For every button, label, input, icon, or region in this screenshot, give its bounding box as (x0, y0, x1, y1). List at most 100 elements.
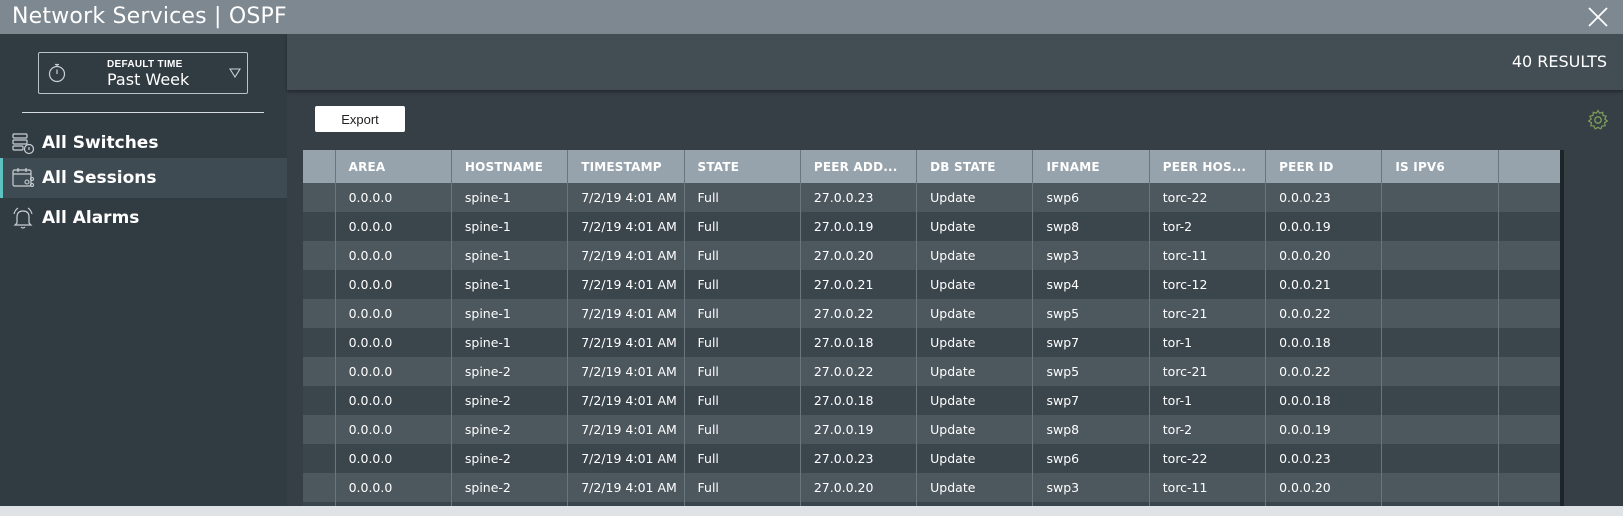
column-header[interactable]: AREA (335, 150, 452, 183)
column-header[interactable]: IFNAME (1032, 150, 1150, 183)
table-cell: 27.0.0.21 (800, 270, 918, 299)
row-select-cell[interactable] (303, 415, 336, 444)
table-cell (1381, 415, 1499, 444)
table-cell (1498, 473, 1561, 502)
table-row[interactable]: 0.0.0.0 spine-1 7/2/19 4:01 AM Full 27.0.0.2… (303, 270, 1561, 299)
table-cell: 0.0.0.0 (335, 473, 452, 502)
chevron-down-icon (229, 68, 241, 78)
table-row[interactable]: 0.0.0.0 spine-2 7/2/19 4:01 AM Full 27.0.0.1… (303, 386, 1561, 415)
table-cell: Update (916, 241, 1034, 270)
row-select-cell[interactable] (303, 212, 336, 241)
table-cell: 7/2/19 4:01 AM (567, 299, 685, 328)
row-select-cell[interactable] (303, 299, 336, 328)
switches-icon (12, 133, 35, 155)
sidebar-item-all-switches[interactable]: All Switches (0, 123, 287, 163)
table-cell: 27.0.0.20 (800, 473, 918, 502)
table-cell: 27.0.0.22 (800, 357, 918, 386)
table-cell: spine-2 (451, 357, 569, 386)
row-select-cell[interactable] (303, 386, 336, 415)
export-button[interactable]: Export (315, 106, 405, 132)
table-row[interactable]: 0.0.0.0 spine-1 7/2/19 4:01 AM Full 27.0.0.2… (303, 299, 1561, 328)
sidebar-item-all-alarms[interactable]: All Alarms (0, 198, 287, 238)
table-row[interactable]: 0.0.0.0spine-27/2/19 4:01 AMFull27.0.0.2… (303, 473, 1561, 502)
row-select-cell[interactable] (303, 241, 336, 270)
table-cell: 7/2/19 4:01 AM (567, 444, 685, 473)
table-cell: torc-11 (1149, 473, 1267, 502)
sidebar-item-label: All Switches (42, 133, 159, 153)
table-cell (1498, 444, 1561, 473)
column-header[interactable]: PEER HOS... (1149, 150, 1267, 183)
time-select-label: DEFAULT TIME (107, 59, 183, 70)
table-cell (1381, 473, 1499, 502)
table-row[interactable]: 0.0.0.0spine-27/2/19 4:01 AMFull27.0.0.2… (303, 444, 1561, 473)
column-header[interactable]: TIMESTAMP (567, 150, 685, 183)
table-cell: 7/2/19 4:01 AM (567, 328, 685, 357)
table-row[interactable]: 0.0.0.0 spine-2 7/2/19 4:01 AM Full 27.0.0.1… (303, 415, 1561, 444)
column-header[interactable]: HOSTNAME (451, 150, 569, 183)
select-column-header[interactable] (303, 150, 336, 183)
results-header: 40 RESULTS (287, 34, 1623, 90)
bottom-edge (0, 506, 1623, 516)
table-cell: Full (684, 415, 801, 444)
table-cell: swp3 (1032, 473, 1150, 502)
row-select-cell[interactable] (303, 444, 336, 473)
column-header[interactable]: PEER ID (1265, 150, 1383, 183)
row-select-cell[interactable] (303, 357, 336, 386)
table-cell: Update (916, 270, 1034, 299)
table-cell: 0.0.0.20 (1265, 241, 1383, 270)
table-row[interactable]: 0.0.0.0spine-27/2/19 4:01 AMFull27.0.0.2… (303, 357, 1561, 386)
close-icon[interactable] (1587, 6, 1609, 28)
row-select-cell[interactable] (303, 183, 336, 212)
table-cell: spine-2 (451, 444, 569, 473)
table-cell: swp5 (1032, 357, 1150, 386)
time-range-select[interactable]: DEFAULT TIME Past Week (38, 52, 248, 94)
table-cell (1498, 212, 1561, 241)
table-cell (1381, 212, 1499, 241)
column-header[interactable]: PEER ADD... (800, 150, 918, 183)
table-cell (1381, 444, 1499, 473)
table-cell: 0.0.0.0 (335, 270, 452, 299)
table-cell: 0.0.0.23 (1265, 183, 1383, 212)
table-cell (1381, 270, 1499, 299)
table-cell: 7/2/19 4:01 AM (567, 241, 685, 270)
gear-icon[interactable] (1587, 109, 1609, 131)
table-cell: Full (684, 386, 801, 415)
table-row[interactable]: 0.0.0.0 spine-1 7/2/19 4:01 AM Full 27.0.0.2… (303, 241, 1561, 270)
table-cell: swp6 (1032, 444, 1150, 473)
alarm-bell-icon (13, 207, 33, 229)
table-scrollbar[interactable] (1560, 150, 1564, 506)
table-cell (1381, 183, 1499, 212)
table-cell (1381, 299, 1499, 328)
column-header[interactable] (1498, 150, 1561, 183)
table-cell: tor-2 (1149, 212, 1267, 241)
table-cell: 27.0.0.19 (800, 212, 918, 241)
column-header[interactable]: IS IPV6 (1381, 150, 1499, 183)
row-select-cell[interactable] (303, 328, 336, 357)
table-cell: 7/2/19 4:01 AM (567, 357, 685, 386)
table-cell (1498, 299, 1561, 328)
table-row[interactable]: 0.0.0.0 spine-1 7/2/19 4:01 AM Full 27.0.0.1… (303, 212, 1561, 241)
row-select-cell[interactable] (303, 270, 336, 299)
table-cell: swp5 (1032, 299, 1150, 328)
table-cell: Full (684, 328, 801, 357)
table-cell: Full (684, 299, 801, 328)
table-cell: swp3 (1032, 241, 1150, 270)
column-header[interactable]: DB STATE (916, 150, 1034, 183)
table-cell: Update (916, 212, 1034, 241)
table-row[interactable]: 0.0.0.0 spine-1 7/2/19 4:01 AM Full 27.0.0.1… (303, 328, 1561, 357)
table-cell: swp7 (1032, 386, 1150, 415)
table-cell: 0.0.0.18 (1265, 328, 1383, 357)
table-cell: spine-1 (451, 270, 569, 299)
table-row[interactable]: 0.0.0.0 spine-1 7/2/19 4:01 AM Full 27.0.0.2… (303, 183, 1561, 212)
table-cell: 7/2/19 4:01 AM (567, 183, 685, 212)
sidebar-item-all-sessions[interactable]: All Sessions (0, 158, 287, 198)
results-count: 40 RESULTS (1511, 52, 1607, 71)
sessions-icon (12, 168, 35, 188)
column-header[interactable]: STATE (684, 150, 801, 183)
table-cell: 0.0.0.21 (1265, 270, 1383, 299)
table-cell: 27.0.0.23 (800, 183, 918, 212)
table-cell: swp7 (1032, 328, 1150, 357)
table-cell: Update (916, 328, 1034, 357)
table-cell: spine-1 (451, 328, 569, 357)
row-select-cell[interactable] (303, 473, 336, 502)
